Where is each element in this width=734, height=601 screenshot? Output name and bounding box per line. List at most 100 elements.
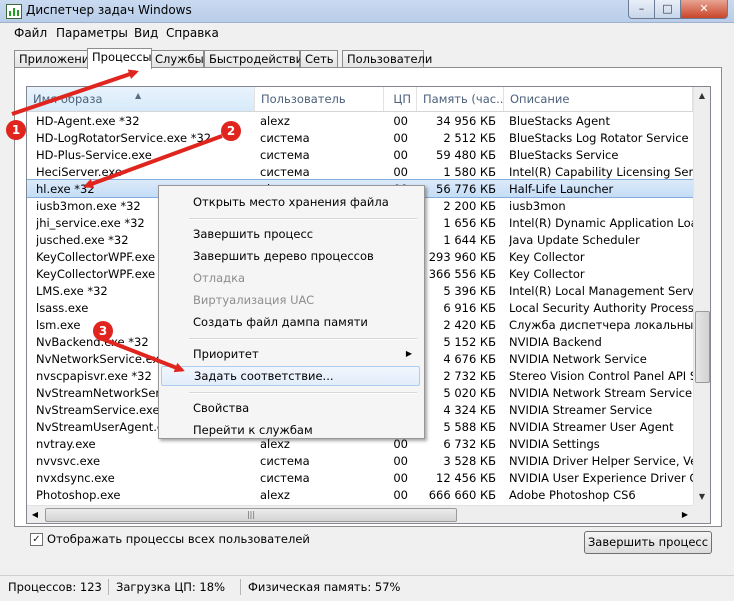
- status-cpu-usage: Загрузка ЦП: 18%: [116, 580, 225, 594]
- menu-file[interactable]: Файл: [14, 26, 47, 40]
- task-manager-window: Диспетчер задач Windows – □ ✕ Файл Парам…: [0, 0, 734, 601]
- process-description: NVIDIA Backend: [509, 335, 602, 349]
- process-name: Photoshop.exe: [36, 488, 121, 502]
- table-row[interactable]: Photoshop.exe alexz 00 666 660 КБ Adobe Phot…: [27, 486, 693, 503]
- process-user: система: [260, 131, 310, 145]
- context-menu-item[interactable]: Свойства: [161, 398, 420, 418]
- status-divider: [240, 579, 241, 595]
- process-name: HD-Plus-Service.exe: [36, 148, 152, 162]
- process-description: NVIDIA Streamer Service: [509, 403, 653, 417]
- context-menu-item-label: Завершить дерево процессов: [193, 249, 374, 263]
- process-context-menu: Открыть место хранения файла Завершить пр…: [158, 185, 425, 439]
- context-menu-item-label: Свойства: [193, 401, 250, 415]
- window-title: Диспетчер задач Windows: [26, 3, 192, 17]
- table-row[interactable]: HD-Agent.exe *32 alexz 00 34 956 КБ BlueStac…: [27, 112, 693, 129]
- process-name: HeciServer.exe: [36, 165, 122, 179]
- process-user: система: [260, 454, 310, 468]
- context-menu-item: Отладка: [161, 268, 420, 288]
- title-bar[interactable]: Диспетчер задач Windows – □ ✕: [0, 0, 734, 23]
- process-cpu: 00: [393, 488, 408, 502]
- context-menu-item-label: Открыть место хранения файла: [193, 195, 389, 209]
- process-description: Stereo Vision Control Panel API Server: [509, 369, 693, 383]
- table-row[interactable]: nvxdsync.exe система 00 12 456 КБ NVIDIA Use…: [27, 469, 693, 486]
- context-menu-item-label: Создать файл дампа памяти: [193, 315, 368, 329]
- process-cpu: 00: [393, 114, 408, 128]
- column-image-name[interactable]: ▲ Имя образа: [27, 87, 255, 111]
- menu-help[interactable]: Справка: [166, 26, 219, 40]
- scroll-up-icon[interactable]: ▲: [694, 87, 710, 104]
- column-memory[interactable]: Память (час...: [417, 87, 504, 111]
- process-description: NVIDIA Driver Helper Service, Version: [509, 454, 693, 468]
- process-memory: 34 956 КБ: [436, 114, 496, 128]
- process-user: система: [260, 165, 310, 179]
- process-user: alexz: [260, 114, 290, 128]
- process-description: NVIDIA Network Service: [509, 352, 647, 366]
- scroll-right-icon[interactable]: ▶: [677, 506, 693, 523]
- vertical-scroll-thumb[interactable]: [695, 311, 710, 383]
- tab-performance[interactable]: Быстродействие: [204, 50, 310, 68]
- tab-users[interactable]: Пользователи: [342, 50, 432, 68]
- process-memory: 12 456 КБ: [436, 471, 496, 485]
- column-cpu[interactable]: ЦП: [384, 87, 417, 111]
- process-description: iusb3mon: [509, 199, 566, 213]
- process-user: система: [260, 471, 310, 485]
- context-menu-item-label: Задать соответствие...: [194, 369, 334, 383]
- context-menu-item-label: Отладка: [193, 271, 246, 285]
- table-row[interactable]: HeciServer.exe система 00 1 580 КБ Intel(R) …: [27, 163, 693, 180]
- task-manager-icon: [6, 4, 22, 19]
- tab-network[interactable]: Сеть: [300, 50, 338, 68]
- process-description: Adobe Photoshop CS6: [509, 488, 636, 502]
- context-menu-item[interactable]: Перейти к службам: [161, 420, 420, 440]
- menu-view[interactable]: Вид: [134, 26, 158, 40]
- menu-options[interactable]: Параметры: [56, 26, 128, 40]
- process-description: BlueStacks Agent: [509, 114, 610, 128]
- context-menu-item-label: Завершить процесс: [193, 227, 314, 241]
- table-row[interactable]: HD-Plus-Service.exe система 00 59 480 КБ Blu…: [27, 146, 693, 163]
- process-description: Intel(R) Dynamic Application Loader Ho: [509, 216, 693, 230]
- table-row[interactable]: nvvsvc.exe система 00 3 528 КБ NVIDIA Driver…: [27, 452, 693, 469]
- scroll-left-icon[interactable]: ◀: [27, 506, 43, 523]
- process-cpu: 00: [393, 454, 408, 468]
- process-description: Intel(R) Local Management Service: [509, 284, 693, 298]
- scroll-corner: [693, 505, 710, 523]
- context-menu-item[interactable]: Приоритет ▶: [161, 344, 420, 364]
- annotation-badge: 3: [93, 321, 113, 341]
- table-row[interactable]: HD-LogRotatorService.exe *32 система 00 2 5…: [27, 129, 693, 146]
- process-memory: 1 580 КБ: [443, 165, 496, 179]
- vertical-scrollbar[interactable]: ▲ ▼: [693, 87, 710, 505]
- status-divider: [108, 579, 109, 595]
- close-button[interactable]: ✕: [680, 0, 728, 19]
- maximize-button[interactable]: □: [654, 0, 681, 19]
- process-description: NVIDIA Network Stream Service: [509, 386, 693, 400]
- column-user[interactable]: Пользователь: [255, 87, 384, 111]
- column-description[interactable]: Описание: [504, 87, 693, 111]
- process-description: Служба диспетчера локальных сеан: [509, 318, 693, 332]
- menu-separator: [189, 218, 417, 220]
- horizontal-scrollbar[interactable]: ◀ ||| ▶: [27, 505, 693, 523]
- context-menu-item-label: Перейти к службам: [193, 423, 313, 437]
- process-description: Half-Life Launcher: [509, 182, 614, 196]
- context-menu-item[interactable]: Задать соответствие...: [161, 366, 420, 386]
- context-menu-item[interactable]: Открыть место хранения файла: [161, 192, 420, 212]
- context-menu-item[interactable]: Завершить дерево процессов: [161, 246, 420, 266]
- process-cpu: 00: [393, 131, 408, 145]
- context-menu-item-label: Виртуализация UAC: [193, 293, 315, 307]
- submenu-arrow-icon: ▶: [405, 349, 412, 358]
- menu-separator: [189, 392, 417, 394]
- show-all-users-checkbox[interactable]: ✓: [30, 533, 43, 546]
- process-name: nvvsvc.exe: [36, 454, 101, 468]
- tab-applications[interactable]: Приложения: [14, 50, 96, 68]
- minimize-button[interactable]: –: [628, 0, 655, 19]
- scroll-down-icon[interactable]: ▼: [694, 488, 710, 505]
- horizontal-scroll-thumb[interactable]: |||: [45, 508, 457, 522]
- tab-services[interactable]: Службы: [150, 50, 204, 68]
- context-menu-item[interactable]: Создать файл дампа памяти: [161, 312, 420, 332]
- menu-separator: [189, 338, 417, 340]
- process-memory: 3 528 КБ: [443, 454, 496, 468]
- context-menu-item[interactable]: Завершить процесс: [161, 224, 420, 244]
- process-cpu: 00: [393, 148, 408, 162]
- tab-processes[interactable]: Процессы: [87, 48, 152, 69]
- end-process-button[interactable]: Завершить процесс: [584, 531, 712, 554]
- process-description: NVIDIA Streamer User Agent: [509, 420, 674, 434]
- process-description: BlueStacks Log Rotator Service: [509, 131, 689, 145]
